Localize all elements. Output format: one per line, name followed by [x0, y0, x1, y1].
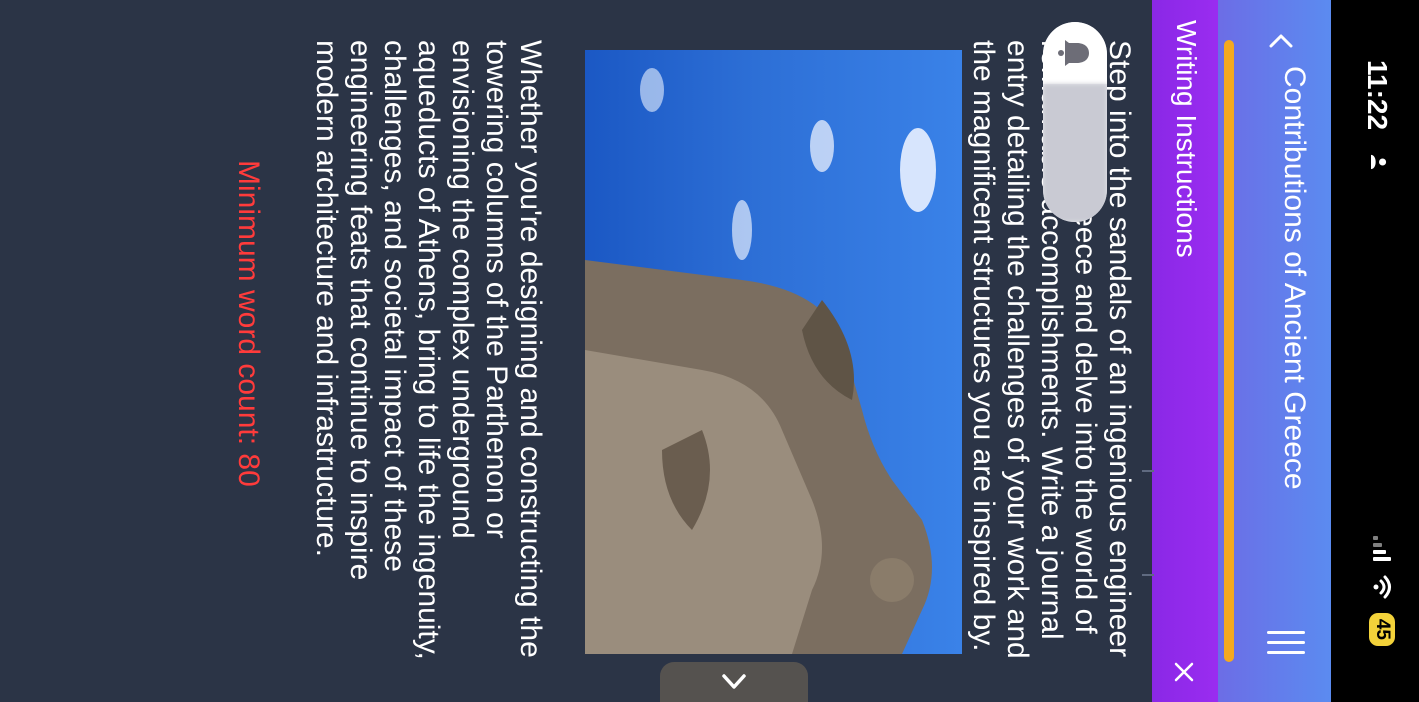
signal-icon [1373, 535, 1391, 561]
phone-screen: 11:22 45 Contributions of Ancient Greece [0, 0, 1419, 702]
chevron-left-icon[interactable] [1261, 22, 1301, 62]
status-bar: 11:22 45 [1331, 0, 1419, 702]
toast-bell-area [1043, 22, 1107, 84]
minimum-word-count: Minimum word count: 80 [232, 160, 265, 487]
wifi-icon [1373, 575, 1391, 599]
statue-image [585, 50, 962, 654]
notification-toast[interactable] [1043, 22, 1107, 222]
instructions-paragraph-2: Whether you're designing and constructin… [310, 40, 547, 660]
bell-icon [1058, 40, 1089, 66]
page-title: Contributions of Ancient Greece [1278, 66, 1311, 490]
progress-bar [1224, 40, 1234, 662]
battery-indicator: 45 [1369, 612, 1395, 646]
instructions-content: Step into the sandals of an ingenious en… [0, 0, 1154, 702]
person-icon [1371, 154, 1387, 170]
menu-icon[interactable] [1267, 628, 1305, 658]
close-icon[interactable] [1164, 652, 1204, 692]
toast-message [1043, 84, 1107, 222]
statue-illustration [585, 68, 936, 654]
chevron-down-icon [722, 674, 746, 689]
app-header: Contributions of Ancient Greece [1218, 0, 1331, 702]
collapse-handle[interactable] [660, 662, 808, 702]
status-time: 11:22 [1362, 60, 1393, 131]
status-indicators: 45 [1369, 535, 1395, 646]
instructions-panel-header: Writing Instructions [1152, 0, 1218, 702]
panel-title: Writing Instructions [1171, 20, 1202, 258]
